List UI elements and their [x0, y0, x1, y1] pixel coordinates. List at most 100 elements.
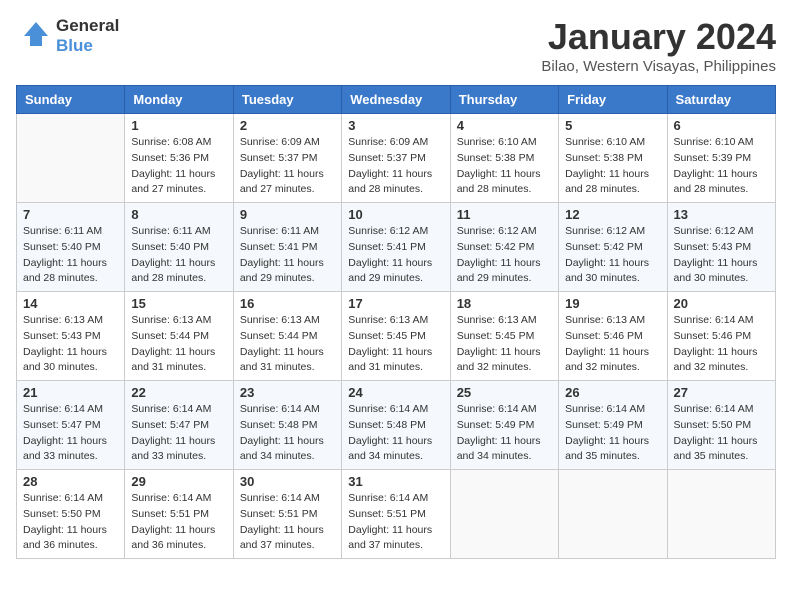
day-info: Sunrise: 6:14 AMSunset: 5:46 PMDaylight:…	[674, 313, 769, 376]
day-info: Sunrise: 6:13 AMSunset: 5:44 PMDaylight:…	[240, 313, 335, 376]
day-info: Sunrise: 6:10 AMSunset: 5:38 PMDaylight:…	[565, 135, 660, 198]
day-number: 23	[240, 385, 335, 400]
day-number: 26	[565, 385, 660, 400]
day-number: 7	[23, 207, 118, 222]
title-section: January 2024 Bilao, Western Visayas, Phi…	[541, 16, 776, 75]
calendar-cell: 23 Sunrise: 6:14 AMSunset: 5:48 PMDayligh…	[233, 381, 341, 470]
calendar-cell: 5 Sunrise: 6:10 AMSunset: 5:38 PMDaylight…	[559, 114, 667, 203]
day-number: 4	[457, 118, 552, 133]
calendar-cell: 1 Sunrise: 6:08 AMSunset: 5:36 PMDaylight…	[125, 114, 233, 203]
calendar-cell: 21 Sunrise: 6:14 AMSunset: 5:47 PMDayligh…	[17, 381, 125, 470]
calendar-cell	[17, 114, 125, 203]
calendar-cell: 17 Sunrise: 6:13 AMSunset: 5:45 PMDayligh…	[342, 292, 450, 381]
calendar-cell: 3 Sunrise: 6:09 AMSunset: 5:37 PMDaylight…	[342, 114, 450, 203]
calendar-cell: 28Sunrise: 6:14 AMSunset: 5:50 PMDayligh…	[17, 470, 125, 559]
day-number: 13	[674, 207, 769, 222]
day-info: Sunrise: 6:14 AMSunset: 5:50 PMDaylight:…	[23, 491, 118, 554]
calendar-week-row: 28Sunrise: 6:14 AMSunset: 5:50 PMDayligh…	[17, 470, 776, 559]
day-info: Sunrise: 6:10 AMSunset: 5:39 PMDaylight:…	[674, 135, 769, 198]
day-number: 8	[131, 207, 226, 222]
logo: General Blue	[16, 16, 119, 56]
calendar-cell: 4 Sunrise: 6:10 AMSunset: 5:38 PMDaylight…	[450, 114, 558, 203]
calendar-cell: 2Sunrise: 6:09 AMSunset: 5:37 PMDaylight…	[233, 114, 341, 203]
logo-general-label: General	[56, 16, 119, 35]
day-info: Sunrise: 6:14 AMSunset: 5:49 PMDaylight:…	[565, 402, 660, 465]
day-info: Sunrise: 6:14 AMSunset: 5:48 PMDaylight:…	[240, 402, 335, 465]
day-number: 15	[131, 296, 226, 311]
day-number: 1	[131, 118, 226, 133]
calendar-cell: 29 Sunrise: 6:14 AMSunset: 5:51 PMDayligh…	[125, 470, 233, 559]
day-number: 11	[457, 207, 552, 222]
calendar-header-tuesday: Tuesday	[233, 86, 341, 114]
calendar-cell	[559, 470, 667, 559]
day-info: Sunrise: 6:13 AMSunset: 5:44 PMDaylight:…	[131, 313, 226, 376]
calendar-header-friday: Friday	[559, 86, 667, 114]
calendar-cell: 15 Sunrise: 6:13 AMSunset: 5:44 PMDayligh…	[125, 292, 233, 381]
calendar-week-row: 21 Sunrise: 6:14 AMSunset: 5:47 PMDayligh…	[17, 381, 776, 470]
calendar-header-monday: Monday	[125, 86, 233, 114]
day-info: Sunrise: 6:12 AMSunset: 5:42 PMDaylight:…	[457, 224, 552, 287]
calendar-cell: 27 Sunrise: 6:14 AMSunset: 5:50 PMDayligh…	[667, 381, 775, 470]
day-info: Sunrise: 6:14 AMSunset: 5:51 PMDaylight:…	[131, 491, 226, 554]
calendar-week-row: 7 Sunrise: 6:11 AMSunset: 5:40 PMDaylight…	[17, 203, 776, 292]
day-info: Sunrise: 6:12 AMSunset: 5:43 PMDaylight:…	[674, 224, 769, 287]
calendar-cell: 25Sunrise: 6:14 AMSunset: 5:49 PMDayligh…	[450, 381, 558, 470]
logo-blue-label: Blue	[56, 36, 93, 55]
day-number: 6	[674, 118, 769, 133]
day-number: 3	[348, 118, 443, 133]
day-number: 2	[240, 118, 335, 133]
day-number: 21	[23, 385, 118, 400]
calendar-header-sunday: Sunday	[17, 86, 125, 114]
day-info: Sunrise: 6:13 AMSunset: 5:45 PMDaylight:…	[348, 313, 443, 376]
calendar-cell: 31 Sunrise: 6:14 AMSunset: 5:51 PMDayligh…	[342, 470, 450, 559]
calendar-cell	[450, 470, 558, 559]
calendar-cell: 30Sunrise: 6:14 AMSunset: 5:51 PMDayligh…	[233, 470, 341, 559]
day-info: Sunrise: 6:09 AMSunset: 5:37 PMDaylight:…	[348, 135, 443, 198]
calendar-cell: 12 Sunrise: 6:12 AMSunset: 5:42 PMDayligh…	[559, 203, 667, 292]
day-info: Sunrise: 6:14 AMSunset: 5:47 PMDaylight:…	[131, 402, 226, 465]
calendar-cell: 6 Sunrise: 6:10 AMSunset: 5:39 PMDaylight…	[667, 114, 775, 203]
calendar-cell	[667, 470, 775, 559]
day-info: Sunrise: 6:10 AMSunset: 5:38 PMDaylight:…	[457, 135, 552, 198]
day-info: Sunrise: 6:13 AMSunset: 5:43 PMDaylight:…	[23, 313, 118, 376]
calendar-table: SundayMondayTuesdayWednesdayThursdayFrid…	[16, 85, 776, 559]
day-info: Sunrise: 6:11 AMSunset: 5:40 PMDaylight:…	[131, 224, 226, 287]
day-info: Sunrise: 6:14 AMSunset: 5:50 PMDaylight:…	[674, 402, 769, 465]
calendar-cell: 14Sunrise: 6:13 AMSunset: 5:43 PMDayligh…	[17, 292, 125, 381]
logo-graphic-icon	[16, 18, 52, 54]
day-number: 10	[348, 207, 443, 222]
day-info: Sunrise: 6:14 AMSunset: 5:51 PMDaylight:…	[240, 491, 335, 554]
day-number: 27	[674, 385, 769, 400]
header: General Blue January 2024 Bilao, Western…	[16, 16, 776, 75]
day-info: Sunrise: 6:12 AMSunset: 5:42 PMDaylight:…	[565, 224, 660, 287]
day-number: 5	[565, 118, 660, 133]
day-number: 31	[348, 474, 443, 489]
calendar-header-saturday: Saturday	[667, 86, 775, 114]
day-number: 18	[457, 296, 552, 311]
day-info: Sunrise: 6:14 AMSunset: 5:51 PMDaylight:…	[348, 491, 443, 554]
day-number: 12	[565, 207, 660, 222]
calendar-cell: 19 Sunrise: 6:13 AMSunset: 5:46 PMDayligh…	[559, 292, 667, 381]
day-info: Sunrise: 6:14 AMSunset: 5:47 PMDaylight:…	[23, 402, 118, 465]
day-number: 20	[674, 296, 769, 311]
calendar-cell: 20 Sunrise: 6:14 AMSunset: 5:46 PMDayligh…	[667, 292, 775, 381]
calendar-cell: 9Sunrise: 6:11 AMSunset: 5:41 PMDaylight…	[233, 203, 341, 292]
day-number: 22	[131, 385, 226, 400]
day-info: Sunrise: 6:12 AMSunset: 5:41 PMDaylight:…	[348, 224, 443, 287]
calendar-cell: 7Sunrise: 6:11 AMSunset: 5:40 PMDaylight…	[17, 203, 125, 292]
day-number: 19	[565, 296, 660, 311]
subtitle: Bilao, Western Visayas, Philippines	[541, 58, 776, 75]
day-info: Sunrise: 6:13 AMSunset: 5:46 PMDaylight:…	[565, 313, 660, 376]
day-number: 17	[348, 296, 443, 311]
calendar-week-row: 1 Sunrise: 6:08 AMSunset: 5:36 PMDaylight…	[17, 114, 776, 203]
calendar-cell: 24Sunrise: 6:14 AMSunset: 5:48 PMDayligh…	[342, 381, 450, 470]
calendar-header-row: SundayMondayTuesdayWednesdayThursdayFrid…	[17, 86, 776, 114]
calendar-week-row: 14Sunrise: 6:13 AMSunset: 5:43 PMDayligh…	[17, 292, 776, 381]
calendar-cell: 18Sunrise: 6:13 AMSunset: 5:45 PMDayligh…	[450, 292, 558, 381]
calendar-cell: 26 Sunrise: 6:14 AMSunset: 5:49 PMDayligh…	[559, 381, 667, 470]
day-info: Sunrise: 6:08 AMSunset: 5:36 PMDaylight:…	[131, 135, 226, 198]
day-info: Sunrise: 6:14 AMSunset: 5:49 PMDaylight:…	[457, 402, 552, 465]
calendar-header-wednesday: Wednesday	[342, 86, 450, 114]
day-info: Sunrise: 6:14 AMSunset: 5:48 PMDaylight:…	[348, 402, 443, 465]
day-number: 29	[131, 474, 226, 489]
